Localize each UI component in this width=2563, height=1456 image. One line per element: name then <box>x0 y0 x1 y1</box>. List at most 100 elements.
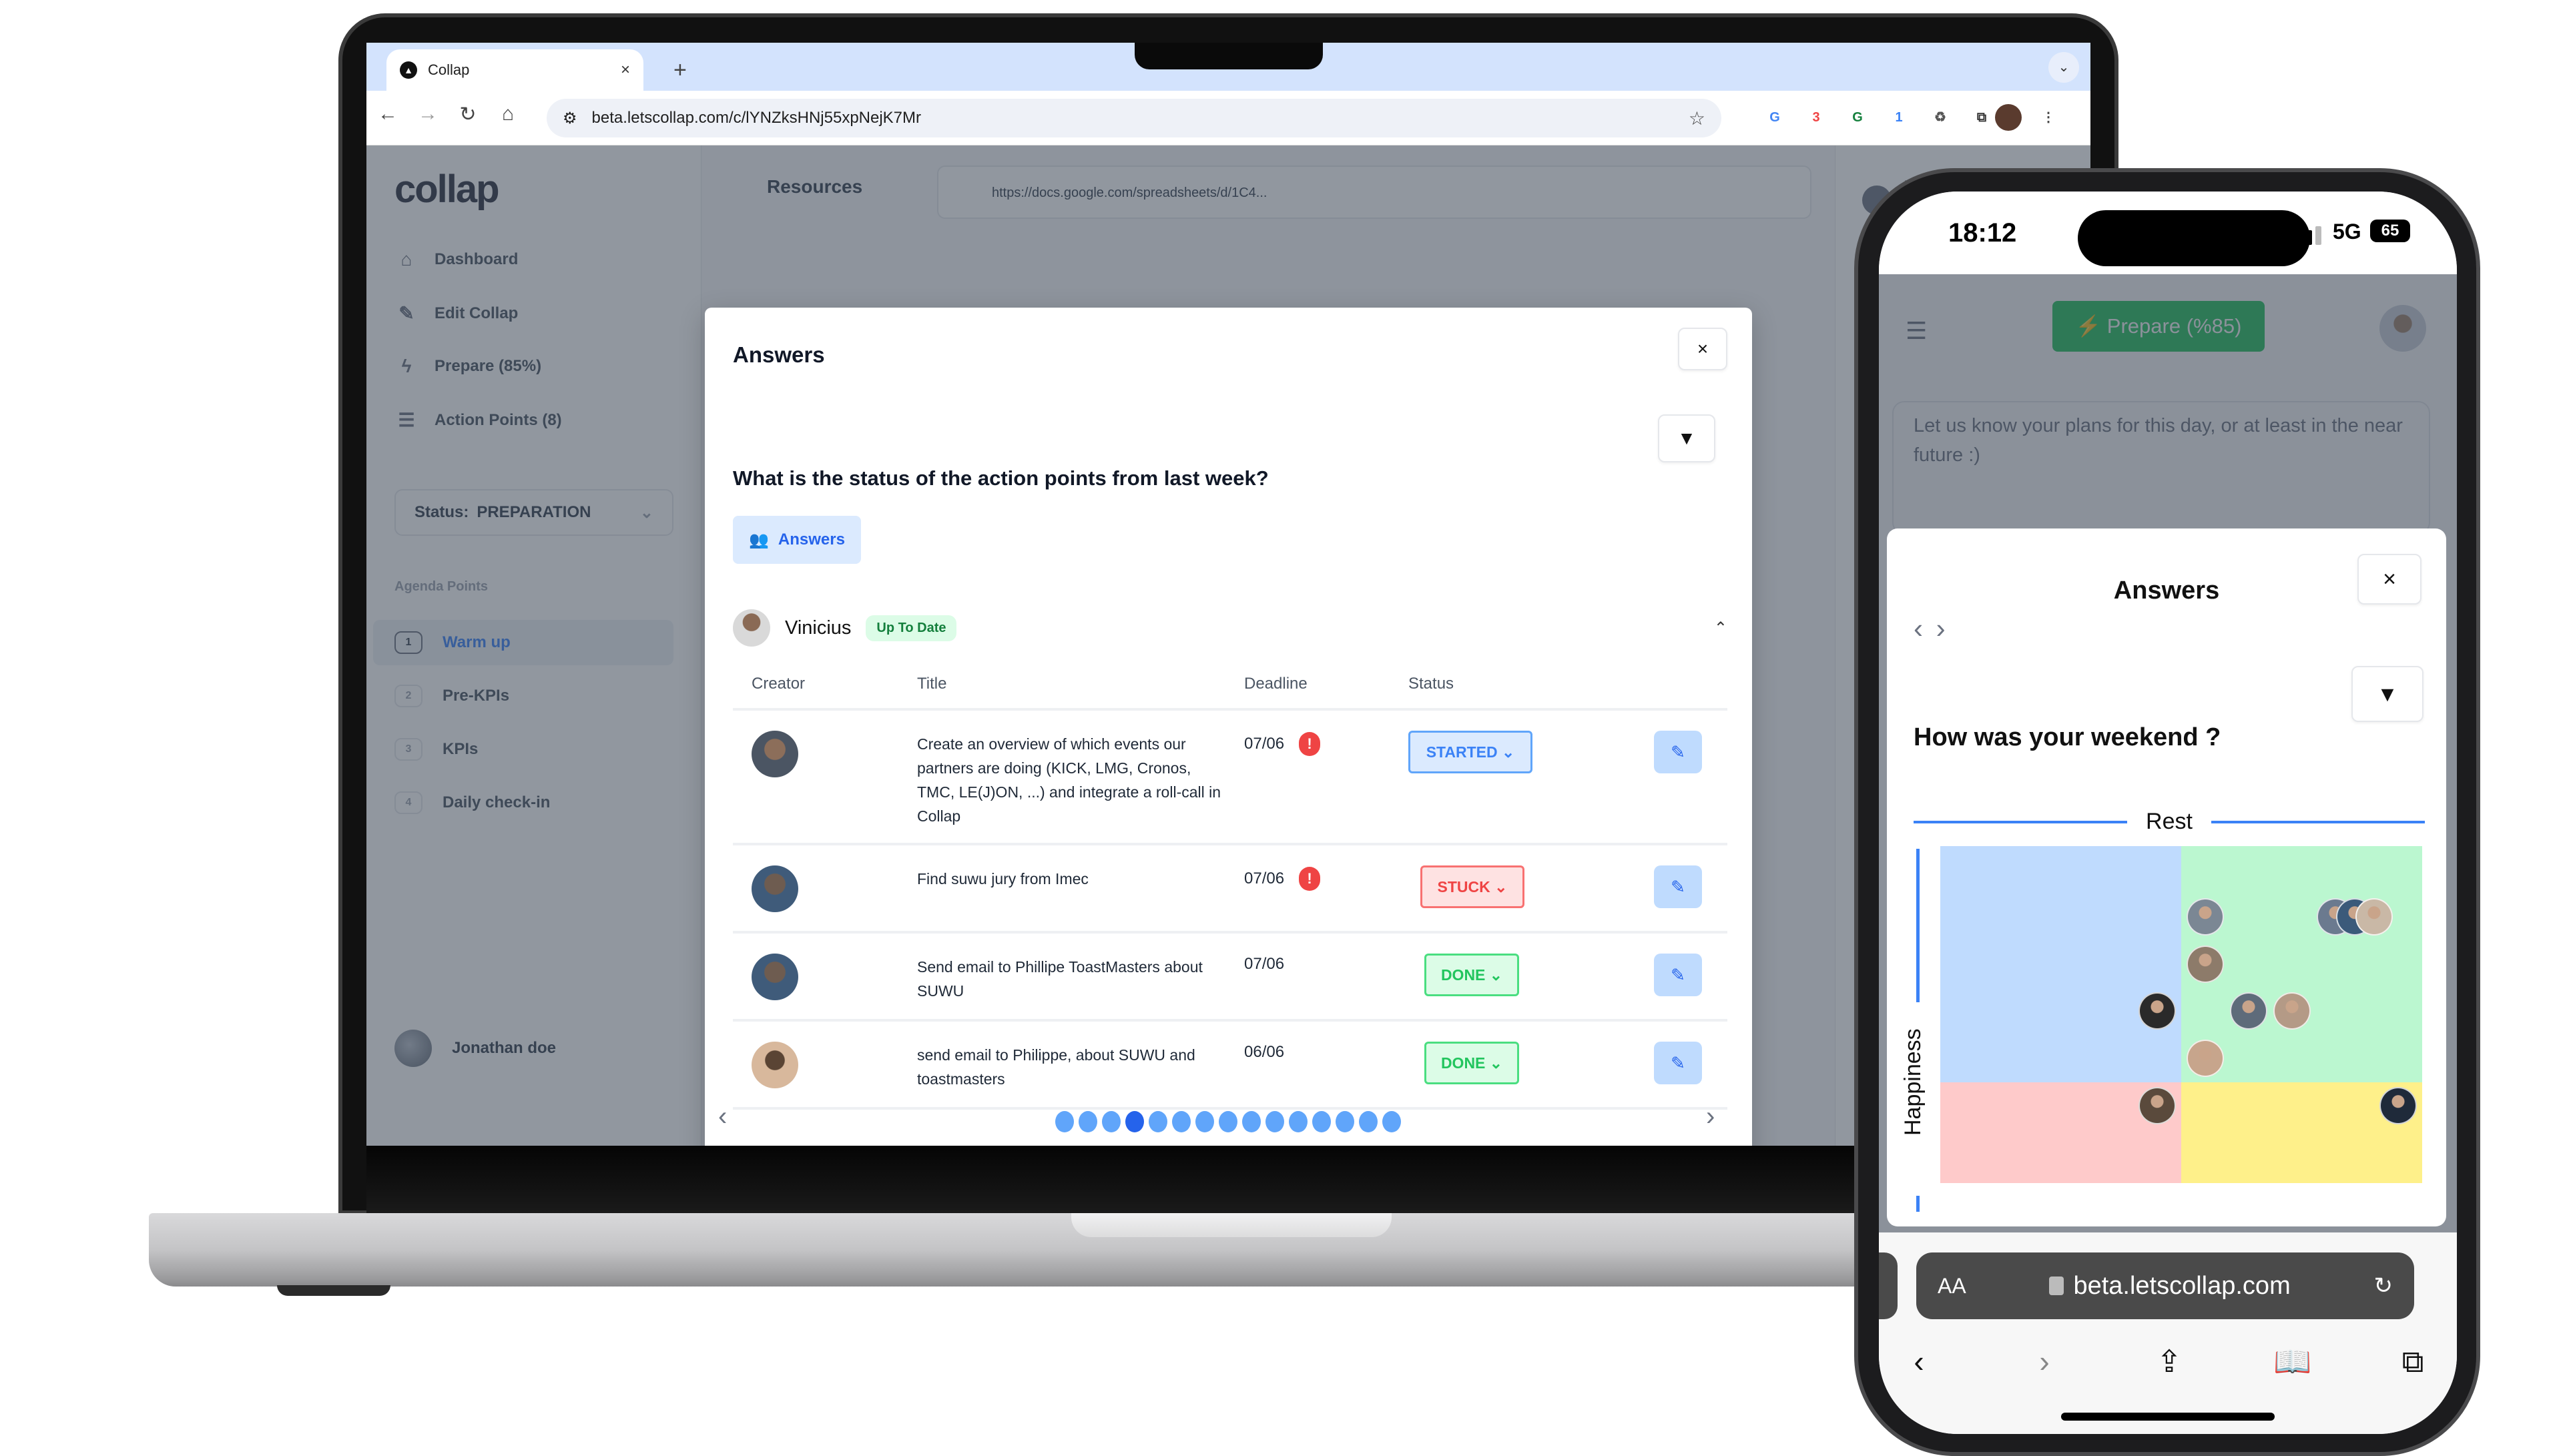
page-dot[interactable] <box>1312 1111 1331 1132</box>
site-settings-icon[interactable]: ⚙ <box>563 109 577 128</box>
close-button[interactable]: × <box>2357 554 2422 605</box>
reload-icon[interactable]: ↻ <box>2373 1272 2393 1299</box>
table-row: Send email to Phillipe ToastMasters abou… <box>733 931 1727 1019</box>
status-dropdown[interactable]: DONE ⌄ <box>1424 1042 1519 1084</box>
table-row: Find suwu jury from Imec 07/06! STUCK ⌄ ✎ <box>733 843 1727 931</box>
action-point-title: send email to Philippe, about SUWU and t… <box>917 1046 1195 1088</box>
edit-button[interactable]: ✎ <box>1654 954 1702 996</box>
x-axis: Rest <box>1914 809 2425 835</box>
page-dot[interactable] <box>1289 1111 1308 1132</box>
lock-icon <box>2049 1277 2064 1295</box>
new-tab-button[interactable]: + <box>673 57 687 83</box>
collap-app: collap ⌂Dashboard✎Edit CollapϟPrepare (8… <box>366 145 2090 1146</box>
answer-point-avatar[interactable] <box>2187 1040 2225 1078</box>
chart-title: How was your weekend ? <box>1914 723 2221 751</box>
edit-button[interactable]: ✎ <box>1654 1042 1702 1084</box>
deadline: 07/06 <box>1244 869 1285 887</box>
home-indicator <box>2061 1413 2275 1421</box>
url-text: beta.letscollap.com/c/lYNZksHNj55xpNejK7… <box>591 109 922 127</box>
deadline: 07/06 <box>1244 735 1285 753</box>
creator-avatar <box>752 865 798 912</box>
battery-icon: 65 <box>2370 220 2410 242</box>
forward-icon[interactable]: › <box>2018 1343 2071 1379</box>
next-page-icon[interactable]: › <box>1706 1102 1715 1132</box>
page-dots <box>1055 1111 1401 1132</box>
translate-extension-icon[interactable]: G <box>1761 104 1788 131</box>
filter-button[interactable]: ▼ <box>1658 414 1715 462</box>
page-dot[interactable] <box>1172 1111 1191 1132</box>
action-point-title: Send email to Phillipe ToastMasters abou… <box>917 958 1203 1000</box>
answer-point-avatar[interactable] <box>2187 945 2225 983</box>
edit-icon: ✎ <box>1671 742 1685 762</box>
bookmarks-icon[interactable]: 📖 <box>2266 1343 2319 1380</box>
answer-point-avatar[interactable] <box>2379 1086 2417 1124</box>
tab-search-chevron-icon[interactable]: ⌄ <box>2048 52 2079 83</box>
page-dot[interactable] <box>1359 1111 1378 1132</box>
page-dot[interactable] <box>1195 1111 1214 1132</box>
address-bar[interactable]: ⚙ beta.letscollap.com/c/lYNZksHNj55xpNej… <box>547 99 1721 137</box>
clock: 18:12 <box>1948 218 2017 248</box>
answers-tab[interactable]: 👥 Answers <box>733 516 861 564</box>
y-axis-line-bottom <box>1916 1196 1920 1212</box>
edit-button[interactable]: ✎ <box>1654 865 1702 908</box>
dynamic-island <box>2078 210 2310 266</box>
page-dot[interactable] <box>1265 1111 1284 1132</box>
laptop-bezel-bottom <box>366 1146 2090 1213</box>
browser-menu-icon[interactable]: ⋮ <box>2035 104 2062 131</box>
page-dot[interactable] <box>1382 1111 1401 1132</box>
deadline: 07/06 <box>1244 955 1285 973</box>
back-icon[interactable]: ← <box>374 103 401 125</box>
bookmark-star-icon[interactable]: ☆ <box>1689 107 1705 129</box>
edit-button[interactable]: ✎ <box>1654 731 1702 773</box>
answers-modal: Answers × ▼ What is the status of the ac… <box>705 308 1752 1146</box>
previous-tab-preview[interactable] <box>1879 1252 1898 1319</box>
page-dot[interactable] <box>1125 1111 1144 1132</box>
page-dot[interactable] <box>1336 1111 1354 1132</box>
url-text: beta.letscollap.com <box>2073 1271 2291 1300</box>
safari-address-bar[interactable]: AA beta.letscollap.com ↻ <box>1916 1252 2414 1319</box>
answer-point-avatar[interactable] <box>2138 992 2176 1030</box>
close-button[interactable]: × <box>1678 328 1727 370</box>
profile-avatar[interactable] <box>1995 104 2022 131</box>
answer-point-avatar[interactable] <box>2230 992 2268 1030</box>
grammarly-extension-icon[interactable]: G <box>1844 104 1871 131</box>
tabs-icon[interactable]: ⧉ <box>2386 1343 2440 1381</box>
reader-aa-icon[interactable]: AA <box>1938 1274 1966 1299</box>
1password-extension-icon[interactable]: 1 <box>1886 104 1912 131</box>
page-dot[interactable] <box>1219 1111 1237 1132</box>
back-icon[interactable]: ‹ <box>1892 1343 1946 1379</box>
page-dot[interactable] <box>1149 1111 1167 1132</box>
answer-point-avatar[interactable] <box>2273 992 2311 1030</box>
status-dropdown[interactable]: DONE ⌄ <box>1424 954 1519 996</box>
page-dot[interactable] <box>1055 1111 1074 1132</box>
overdue-alert-icon: ! <box>1299 732 1321 756</box>
page-dot[interactable] <box>1102 1111 1121 1132</box>
table-row: Create an overview of which events our p… <box>733 708 1727 843</box>
browser-tab[interactable]: ▲ Collap × <box>386 49 643 91</box>
home-icon[interactable]: ⌂ <box>495 103 521 125</box>
answer-point-avatar[interactable] <box>2355 898 2393 936</box>
status-dropdown[interactable]: STUCK ⌄ <box>1420 865 1524 908</box>
tab-close-icon[interactable]: × <box>621 61 630 79</box>
recycle-extension-icon[interactable]: ♻ <box>1927 104 1954 131</box>
puzzle-extension-icon[interactable]: ⧉ <box>1968 104 1995 131</box>
filter-button[interactable]: ▼ <box>2351 666 2424 722</box>
edit-icon: ✎ <box>1671 877 1685 897</box>
safari-bottom-bar: AA beta.letscollap.com ↻ ‹ › ⇪ 📖 ⧉ <box>1879 1232 2457 1434</box>
reload-icon[interactable]: ↻ <box>455 103 481 126</box>
status-dropdown[interactable]: STARTED ⌄ <box>1408 731 1532 773</box>
question-nav-arrows-icon[interactable]: ‹ › <box>1914 613 1948 645</box>
x-axis-line-right <box>2211 821 2425 823</box>
edit-icon: ✎ <box>1671 965 1685 985</box>
page-dot[interactable] <box>1242 1111 1261 1132</box>
badge-extension-icon[interactable]: 3 <box>1803 104 1829 131</box>
overdue-alert-icon: ! <box>1299 867 1321 891</box>
page-dot[interactable] <box>1079 1111 1097 1132</box>
share-icon[interactable]: ⇪ <box>2143 1343 2196 1379</box>
answer-point-avatar[interactable] <box>2138 1086 2176 1124</box>
forward-icon[interactable]: → <box>414 103 441 125</box>
responder-header[interactable]: Vinicius Up To Date ⌃ <box>733 609 1727 647</box>
answer-point-avatar[interactable] <box>2187 898 2225 936</box>
chevron-up-icon[interactable]: ⌃ <box>1714 619 1727 638</box>
previous-page-icon[interactable]: ‹ <box>718 1102 727 1132</box>
